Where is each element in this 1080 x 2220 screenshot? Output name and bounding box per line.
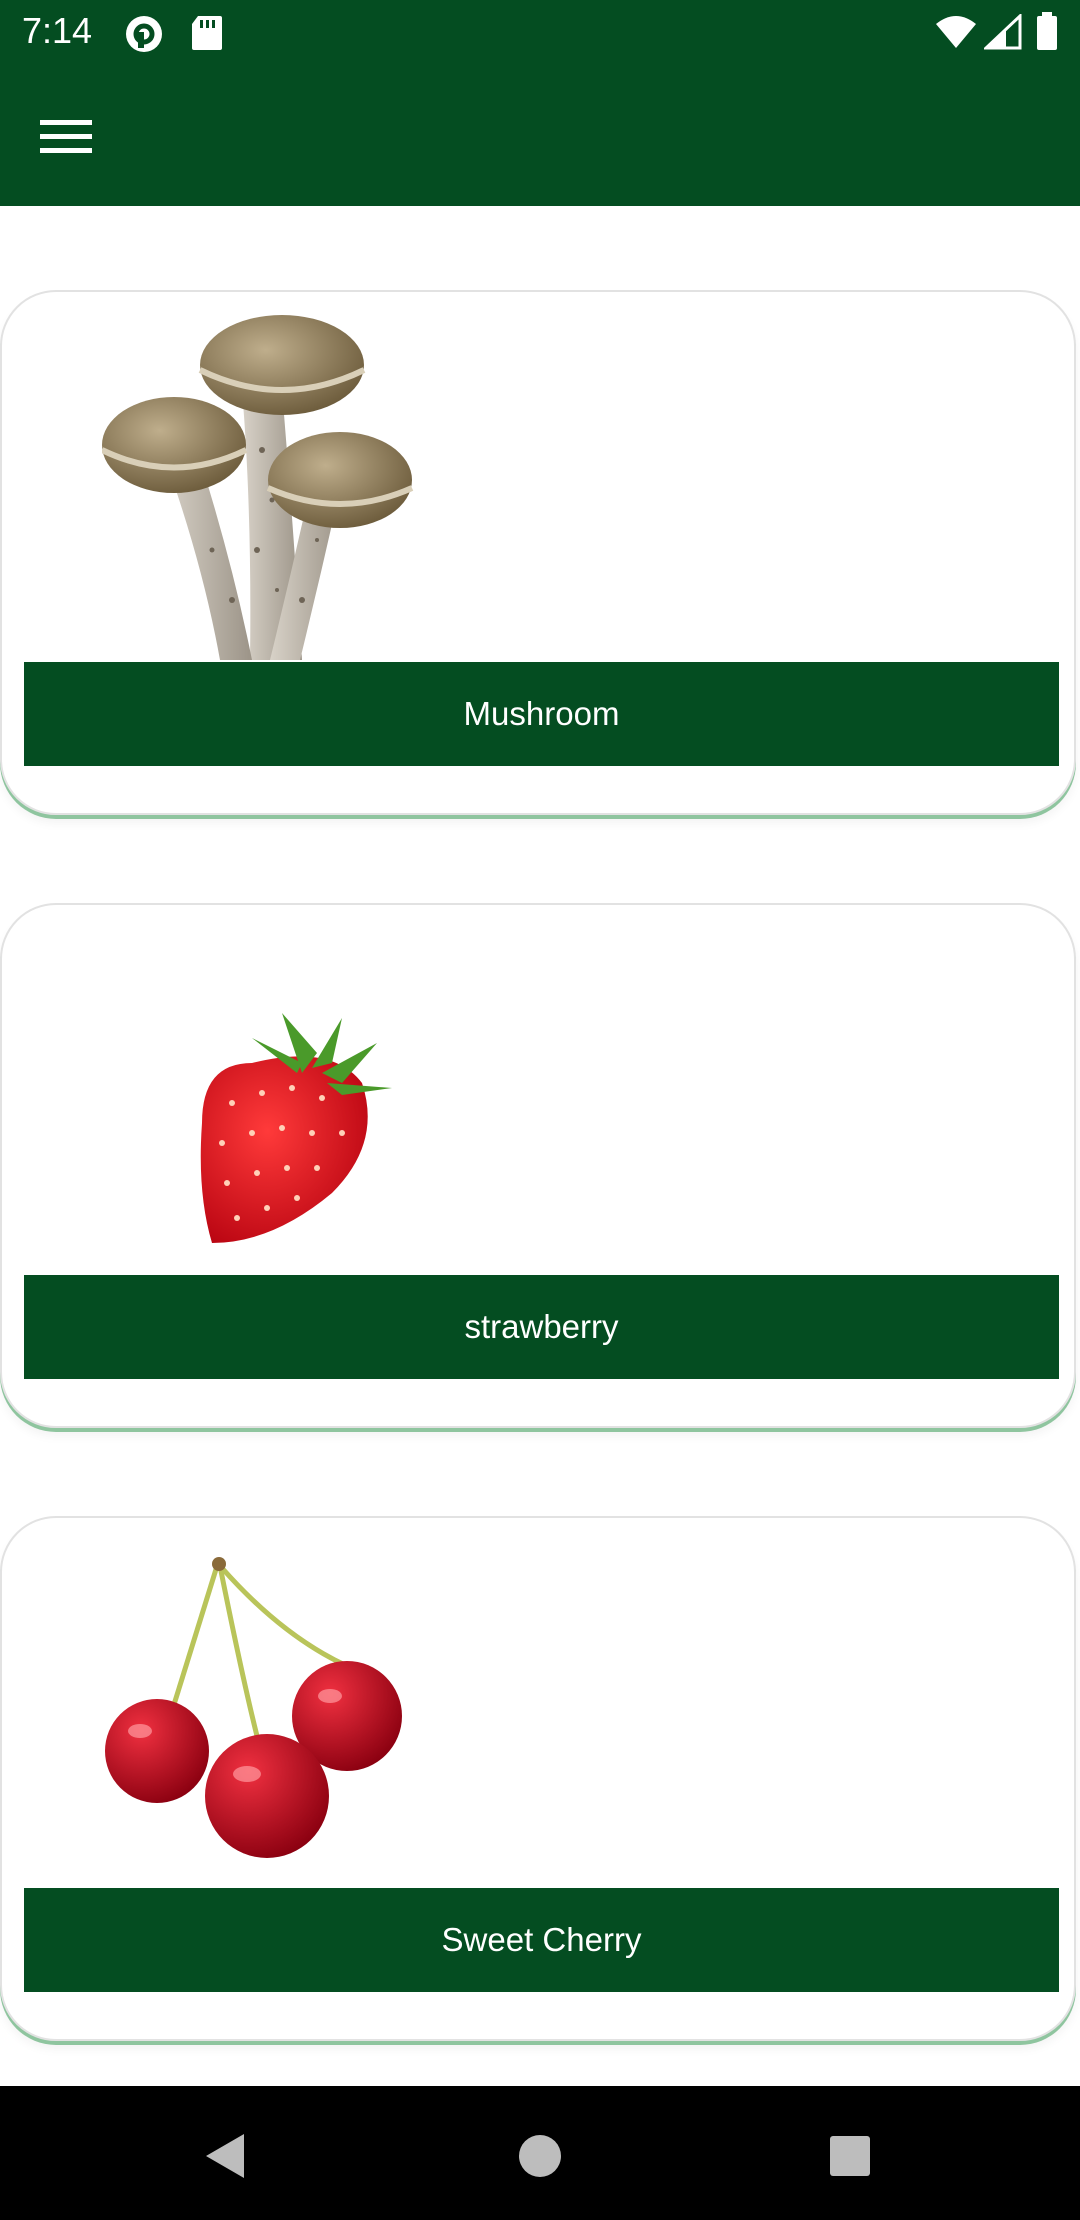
- app-bar: [0, 64, 1080, 206]
- signal-icon: [984, 14, 1022, 50]
- sd-card-icon: [192, 16, 222, 50]
- list-item[interactable]: Sweet Cherry: [0, 1516, 1076, 2041]
- hamburger-menu-icon[interactable]: [28, 108, 104, 160]
- wifi-icon: [936, 16, 976, 48]
- item-list: Mushroom strawberry Sweet Cherry: [0, 206, 1080, 2086]
- status-bar: 7:14: [0, 0, 1080, 64]
- item-label[interactable]: Mushroom: [24, 662, 1059, 766]
- sweet-cherry-image: [105, 1557, 402, 1858]
- list-item[interactable]: strawberry: [0, 903, 1076, 1428]
- status-time: 7:14: [22, 10, 93, 51]
- pocket-casts-icon: [126, 16, 162, 52]
- list-item[interactable]: Mushroom: [0, 290, 1076, 815]
- item-label[interactable]: strawberry: [24, 1275, 1059, 1379]
- home-icon[interactable]: [510, 2126, 570, 2186]
- recents-icon[interactable]: [820, 2126, 880, 2186]
- navigation-bar: [0, 2086, 1080, 2220]
- battery-icon: [1037, 12, 1057, 50]
- item-label[interactable]: Sweet Cherry: [24, 1888, 1059, 1992]
- mushroom-image: [102, 315, 414, 660]
- strawberry-image: [200, 1013, 392, 1243]
- back-icon[interactable]: [196, 2126, 256, 2186]
